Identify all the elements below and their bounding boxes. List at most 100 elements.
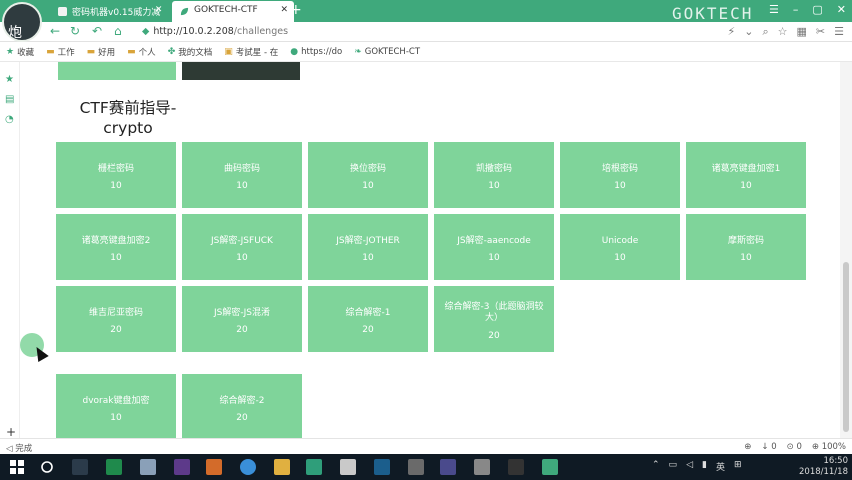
scrollbar[interactable] <box>840 62 852 438</box>
show-hidden-icon[interactable]: ⌃ <box>652 460 660 473</box>
reload-icon[interactable]: ↻ <box>70 24 80 38</box>
address-bar[interactable]: ◆ http://10.0.2.208/challenges <box>142 24 662 40</box>
bookmark-personal[interactable]: ▬ 个人 <box>127 46 156 58</box>
zoom-level[interactable]: ⊕ 100% <box>812 442 846 452</box>
challenge-card[interactable]: JS解密-JS混淆 20 <box>182 286 302 352</box>
maximize-icon[interactable]: ▢ <box>812 3 822 16</box>
speed-icon[interactable]: ⊕ <box>744 442 751 452</box>
star-icon[interactable]: ★ <box>5 74 14 85</box>
app-icon[interactable] <box>140 459 156 475</box>
app-icon[interactable] <box>508 459 524 475</box>
app-icon[interactable] <box>106 459 122 475</box>
challenge-card[interactable]: JS解密-aaencode 10 <box>434 214 554 280</box>
app-icon[interactable] <box>274 459 290 475</box>
star-icon[interactable]: ☆ <box>778 25 788 39</box>
bookmark-work[interactable]: ▬ 工作 <box>46 46 75 58</box>
chevron-down-icon[interactable]: ⌄ <box>744 25 753 39</box>
bookmark-https-do[interactable]: ● https://do <box>290 47 342 57</box>
tab-goktech-ctf[interactable]: GOKTECH-CTF ✕ <box>172 1 294 22</box>
browser-icon[interactable] <box>240 459 256 475</box>
challenge-card[interactable]: JS解密-JOTHER 10 <box>308 214 428 280</box>
minimize-icon[interactable]: – <box>793 3 799 16</box>
challenge-name: 换位密码 <box>349 164 386 174</box>
window-controls: ☰ – ▢ ✕ <box>769 3 846 16</box>
bookmark-my-documents[interactable]: ✤ 我的文档 <box>168 46 213 58</box>
app-icon[interactable] <box>206 459 222 475</box>
challenge-name: JS解密-JOTHER <box>336 236 400 246</box>
grid-icon[interactable]: ▦ <box>797 25 807 39</box>
challenge-card[interactable]: dvorak键盘加密 10 <box>56 374 176 438</box>
challenge-card[interactable]: 诸葛亮键盘加密2 10 <box>56 214 176 280</box>
book-icon[interactable]: ▤ <box>5 94 14 105</box>
clock[interactable]: 16:50 2018/11/18 <box>799 456 848 478</box>
app-icon[interactable] <box>440 459 456 475</box>
previous-card[interactable] <box>182 62 300 80</box>
menu-icon[interactable]: ☰ <box>769 3 779 16</box>
back-icon[interactable]: ← <box>50 24 60 38</box>
new-tab-button[interactable]: + <box>290 2 302 18</box>
scrollbar-thumb[interactable] <box>843 262 849 432</box>
tab-label: GOKTECH-CTF <box>194 5 258 15</box>
challenge-name: 凯撒密码 <box>475 164 512 174</box>
more-icon[interactable]: ☰ <box>834 25 844 39</box>
bookmark-goktech[interactable]: ❧ GOKTECH-CT <box>354 47 420 57</box>
add-icon[interactable]: + <box>6 425 16 439</box>
app-icon[interactable] <box>306 459 322 475</box>
search-icon[interactable] <box>40 460 54 474</box>
close-icon[interactable]: ✕ <box>837 3 846 16</box>
app-icon[interactable] <box>408 459 424 475</box>
bookmark-useful[interactable]: ▬ 好用 <box>87 46 116 58</box>
undo-icon[interactable]: ↶ <box>92 24 102 38</box>
app-icon[interactable] <box>340 459 356 475</box>
challenge-card[interactable]: JS解密-JSFUCK 10 <box>182 214 302 280</box>
leaf-favicon-icon <box>180 7 189 16</box>
battery-icon[interactable]: ▮ <box>702 460 707 473</box>
challenge-card[interactable]: 摩斯密码 10 <box>686 214 806 280</box>
challenge-name: JS解密-JSFUCK <box>211 236 273 246</box>
close-tab-icon[interactable]: ✕ <box>280 5 288 15</box>
challenge-points: 20 <box>236 325 248 335</box>
cut-icon[interactable]: ✂ <box>816 25 825 39</box>
avatar[interactable]: 炮 <box>2 2 42 42</box>
challenge-card[interactable]: Unicode 10 <box>560 214 680 280</box>
challenge-name: 曲码密码 <box>223 164 260 174</box>
network-icon[interactable]: ▭ <box>669 460 678 473</box>
challenge-card[interactable]: 凯撒密码 10 <box>434 142 554 208</box>
app-icon[interactable] <box>542 459 558 475</box>
challenge-card[interactable]: 维吉尼亚密码 20 <box>56 286 176 352</box>
windows-start-icon[interactable] <box>10 460 24 474</box>
page-icon: ● <box>290 46 299 57</box>
input-method[interactable]: 英 <box>716 460 725 473</box>
volume-icon[interactable]: ◁ <box>686 460 693 473</box>
challenge-card[interactable]: 综合解密-2 20 <box>182 374 302 438</box>
challenge-card[interactable]: 诸葛亮键盘加密1 10 <box>686 142 806 208</box>
bookmark-kaoshixing[interactable]: ▣ 考試星 - 在 <box>224 46 278 58</box>
challenge-points: 10 <box>110 253 122 263</box>
search-icon[interactable]: ⌕ <box>762 25 768 39</box>
document-icon: ✤ <box>167 46 176 57</box>
challenge-points: 20 <box>488 331 500 341</box>
notification-count[interactable]: ⊙ 0 <box>787 442 802 452</box>
challenge-points: 10 <box>614 181 626 191</box>
star-icon: ★ <box>6 46 15 57</box>
download-count[interactable]: ↓ 0 <box>761 442 776 452</box>
challenge-card[interactable]: 栅栏密码 10 <box>56 142 176 208</box>
challenge-card[interactable]: 换位密码 10 <box>308 142 428 208</box>
clock-icon[interactable]: ◔ <box>5 114 14 125</box>
home-icon[interactable]: ⌂ <box>114 24 122 38</box>
app-icon[interactable] <box>374 459 390 475</box>
tab-password-tool[interactable]: 密码机器v0.15威力减 ✕ <box>50 1 168 22</box>
category-heading: CTF赛前指导- crypto <box>58 98 198 138</box>
bookmark-favorites[interactable]: ★ 收藏 <box>6 46 34 58</box>
close-tab-icon[interactable]: ✕ <box>155 5 163 15</box>
app-icon[interactable] <box>474 459 490 475</box>
ime-icon[interactable]: ⊞ <box>734 460 742 473</box>
challenge-card[interactable]: 综合解密-3（此题脑洞较大） 20 <box>434 286 554 352</box>
challenge-card[interactable]: 曲码密码 10 <box>182 142 302 208</box>
lightning-icon[interactable]: ⚡ <box>728 25 736 39</box>
app-icon[interactable] <box>174 459 190 475</box>
previous-card[interactable] <box>58 62 176 80</box>
task-view-icon[interactable] <box>72 459 88 475</box>
challenge-card[interactable]: 培根密码 10 <box>560 142 680 208</box>
challenge-card[interactable]: 综合解密-1 20 <box>308 286 428 352</box>
